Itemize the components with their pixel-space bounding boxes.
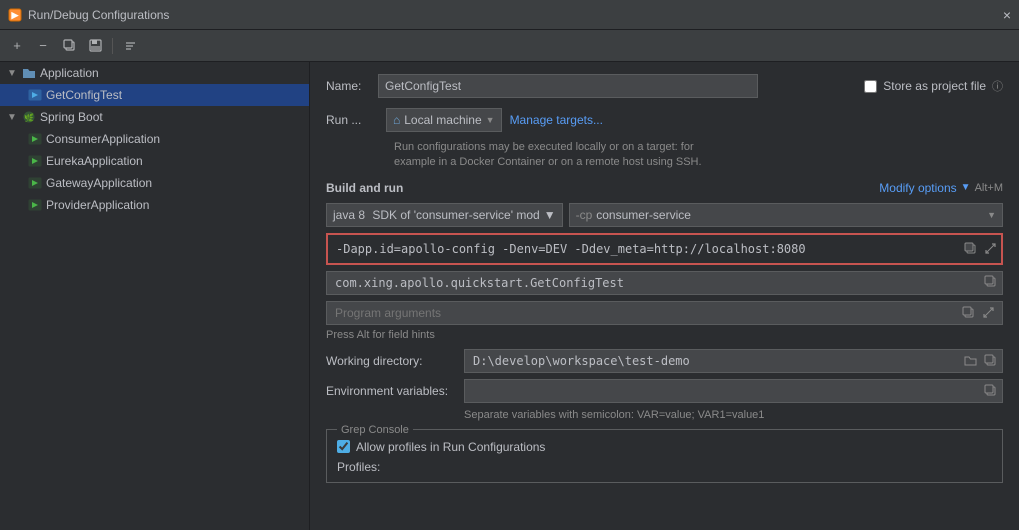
sdk-dropdown[interactable]: java 8 SDK of 'consumer-service' mod ▼: [326, 203, 563, 227]
main-class-row: [326, 271, 1003, 295]
store-project-info-icon: ⓘ: [992, 78, 1003, 94]
remove-button[interactable]: −: [32, 35, 54, 57]
vm-options-field: [326, 233, 1003, 265]
grep-console-section: Grep Console Allow profiles in Run Confi…: [326, 429, 1003, 483]
svg-text:▶: ▶: [11, 10, 20, 20]
springboot-icon: 🌿: [22, 110, 36, 124]
working-dir-row: Working directory:: [326, 349, 1003, 373]
modify-options-button[interactable]: Modify options ▼ Alt+M: [879, 181, 1003, 195]
window-title: Run/Debug Configurations: [28, 8, 997, 22]
sidebar-item-consumer[interactable]: ConsumerApplication: [0, 128, 309, 150]
field-hint: Press Alt for field hints: [326, 329, 1003, 341]
store-project-checkbox[interactable]: [864, 80, 877, 93]
save-button[interactable]: [84, 35, 106, 57]
sort-button[interactable]: [119, 35, 141, 57]
program-args-input[interactable]: [326, 301, 1003, 325]
eureka-label: EurekaApplication: [46, 154, 143, 168]
sidebar-item-provider[interactable]: ProviderApplication: [0, 194, 309, 216]
sdk-value: java 8: [333, 208, 365, 222]
profiles-row: Profiles:: [337, 460, 992, 474]
grep-checkbox[interactable]: [337, 440, 350, 453]
gateway-label: GatewayApplication: [46, 176, 152, 190]
run-target-icon: ⌂: [393, 113, 400, 127]
sidebar-item-gateway[interactable]: GatewayApplication: [0, 172, 309, 194]
working-dir-copy-icon[interactable]: [981, 352, 999, 370]
springboot-label: Spring Boot: [40, 110, 103, 124]
provider-app-icon: [28, 198, 42, 212]
cp-arrow: ▼: [987, 210, 996, 220]
close-button[interactable]: ×: [1003, 7, 1011, 23]
modify-options-arrow: ▼: [961, 182, 971, 193]
modify-options-shortcut: Alt+M: [975, 182, 1003, 194]
prog-args-copy-icon[interactable]: [959, 304, 977, 322]
env-vars-row: Environment variables:: [326, 379, 1003, 403]
sdk-row: java 8 SDK of 'consumer-service' mod ▼ -…: [326, 203, 1003, 227]
svg-text:🌿: 🌿: [24, 113, 34, 123]
run-target-arrow: ▼: [486, 115, 495, 125]
main-area: ▼ Application GetConfigTest ▼: [0, 62, 1019, 530]
build-run-header: Build and run Modify options ▼ Alt+M: [326, 181, 1003, 195]
run-label: Run ...: [326, 113, 378, 127]
sdk-suffix: SDK of 'consumer-service' mod: [369, 208, 540, 222]
sidebar-item-application[interactable]: ▼ Application: [0, 62, 309, 84]
getconfigtest-label: GetConfigTest: [46, 88, 122, 102]
main-class-copy-icon[interactable]: [984, 275, 997, 291]
run-target-value: Local machine: [404, 113, 481, 127]
gateway-app-icon: [28, 176, 42, 190]
application-label: Application: [40, 66, 99, 80]
sidebar-item-getconfigtest[interactable]: GetConfigTest: [0, 84, 309, 106]
separator: [112, 38, 113, 54]
provider-label: ProviderApplication: [46, 198, 149, 212]
prog-args-expand-icon[interactable]: [979, 304, 997, 322]
add-button[interactable]: +: [6, 35, 28, 57]
name-label: Name:: [326, 79, 378, 93]
run-row: Run ... ⌂ Local machine ▼ Manage targets…: [326, 108, 1003, 132]
expand-arrow: ▼: [6, 68, 18, 79]
springboot-expand-arrow: ▼: [6, 112, 18, 123]
profiles-label: Profiles:: [337, 460, 380, 474]
sdk-arrow: ▼: [544, 208, 556, 222]
vm-options-input[interactable]: [326, 233, 1003, 265]
toolbar: + −: [0, 30, 1019, 62]
main-class-input[interactable]: [326, 271, 1003, 295]
cp-dropdown[interactable]: -cp consumer-service ▼: [569, 203, 1003, 227]
consumer-label: ConsumerApplication: [46, 132, 160, 146]
copy-vm-icon[interactable]: [961, 240, 979, 258]
cp-value: consumer-service: [596, 208, 691, 222]
folder-icon: [22, 66, 36, 80]
cp-prefix: -cp: [576, 208, 593, 222]
env-vars-label: Environment variables:: [326, 384, 456, 398]
working-dir-label: Working directory:: [326, 354, 456, 368]
run-target-dropdown[interactable]: ⌂ Local machine ▼: [386, 108, 502, 132]
copy-button[interactable]: [58, 35, 80, 57]
sidebar-item-eureka[interactable]: EurekaApplication: [0, 150, 309, 172]
eureka-app-icon: [28, 154, 42, 168]
working-dir-input[interactable]: [464, 349, 1003, 373]
env-vars-input[interactable]: [464, 379, 1003, 403]
env-vars-copy-icon[interactable]: [981, 382, 999, 400]
sidebar: ▼ Application GetConfigTest ▼: [0, 62, 310, 530]
expand-vm-icon[interactable]: [981, 240, 999, 258]
config-icon: [28, 88, 42, 102]
sidebar-item-springboot[interactable]: ▼ 🌿 Spring Boot: [0, 106, 309, 128]
grep-checkbox-label: Allow profiles in Run Configurations: [356, 440, 545, 454]
title-bar: ▶ Run/Debug Configurations ×: [0, 0, 1019, 30]
consumer-app-icon: [28, 132, 42, 146]
grep-checkbox-row: Allow profiles in Run Configurations: [337, 440, 992, 454]
env-vars-hint: Separate variables with semicolon: VAR=v…: [464, 409, 1003, 421]
modify-options-label: Modify options: [879, 181, 956, 195]
working-dir-browse-icon[interactable]: [961, 352, 979, 370]
vm-options-icons: [961, 240, 999, 258]
manage-targets-link[interactable]: Manage targets...: [510, 113, 603, 127]
program-args-row: [326, 301, 1003, 325]
grep-console-title: Grep Console: [341, 424, 409, 436]
app-icon: ▶: [8, 8, 22, 22]
build-run-title: Build and run: [326, 181, 403, 195]
content-area: Name: Store as project file ⓘ Run ... ⌂ …: [310, 62, 1019, 530]
store-project-label: Store as project file: [883, 79, 986, 93]
name-input[interactable]: [378, 74, 758, 98]
run-hint: Run configurations may be executed local…: [394, 140, 1003, 171]
